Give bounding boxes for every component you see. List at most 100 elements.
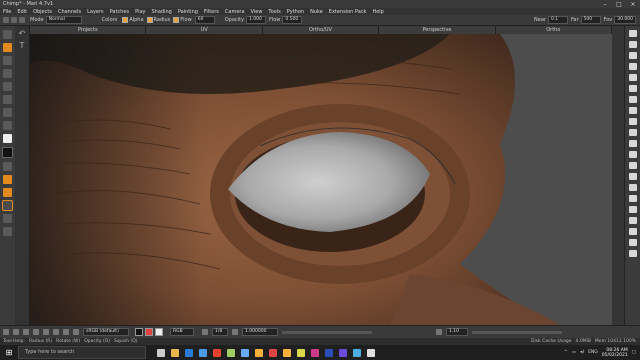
colors-palette-icon[interactable] <box>629 74 637 81</box>
menu-painting[interactable]: Painting <box>178 9 198 15</box>
value-icon[interactable] <box>232 329 238 335</box>
task-view-icon[interactable] <box>157 348 165 357</box>
fill-tool-icon[interactable] <box>3 175 12 184</box>
background-color-swatch[interactable] <box>2 147 13 158</box>
colorspace-dropdown[interactable]: sRGB (default) <box>83 328 129 336</box>
tab-ortho-uv[interactable]: Ortho/UV <box>262 26 380 34</box>
mail-icon[interactable] <box>199 348 207 357</box>
menu-filters[interactable]: Filters <box>204 9 219 15</box>
tab-ortho[interactable]: Ortho <box>495 26 613 34</box>
menu-view[interactable]: View <box>251 9 263 15</box>
select-tool-icon[interactable] <box>3 30 12 39</box>
menu-file[interactable]: File <box>3 9 11 15</box>
app-icon-5[interactable] <box>297 348 305 357</box>
app-icon-6[interactable] <box>311 348 319 357</box>
foreground-color-swatch[interactable] <box>3 134 12 143</box>
tool-properties-icon[interactable] <box>629 195 637 202</box>
menu-shading[interactable]: Shading <box>152 9 172 15</box>
menu-edit[interactable]: Edit <box>17 9 27 15</box>
transform-icon[interactable] <box>3 329 9 335</box>
radius-field[interactable]: 60 <box>194 16 215 24</box>
eraser-tool-icon[interactable] <box>3 82 12 91</box>
exposure-slider[interactable] <box>282 330 372 334</box>
navigate-icon[interactable]: ↶ <box>15 29 29 38</box>
shaders-palette-icon[interactable] <box>629 118 637 125</box>
lasso-tool-icon[interactable] <box>3 121 12 130</box>
opacity-field[interactable]: 1.000 <box>245 16 266 24</box>
clock[interactable]: 08:26 AM 05/02/2021 <box>602 348 628 358</box>
rotate-icon[interactable] <box>13 329 19 335</box>
node-graph-icon[interactable] <box>629 173 637 180</box>
layers-palette-icon[interactable] <box>629 30 637 37</box>
radius-checkbox[interactable] <box>146 17 153 23</box>
color-wheel-icon[interactable] <box>73 329 79 335</box>
menu-layers[interactable]: Layers <box>87 9 104 15</box>
mode-dropdown[interactable]: Normal <box>45 16 82 24</box>
zoom-field[interactable]: 1.10 <box>446 328 468 336</box>
mask-palette-icon[interactable] <box>629 217 637 224</box>
menu-patches[interactable]: Patches <box>110 9 129 15</box>
udim-palette-icon[interactable] <box>629 228 637 235</box>
flow-field[interactable]: 0.500 <box>282 16 303 24</box>
text-tool-icon[interactable]: T <box>15 41 29 50</box>
texture-sets-icon[interactable] <box>629 162 637 169</box>
gear-icon[interactable] <box>19 17 25 23</box>
objects-palette-icon[interactable] <box>629 96 637 103</box>
channels-palette-icon[interactable] <box>629 41 637 48</box>
menu-channels[interactable]: Channels <box>58 9 81 15</box>
brush-icon[interactable] <box>3 17 9 23</box>
taskbar-search-input[interactable]: Type here to search <box>18 346 146 359</box>
app-icon-7[interactable] <box>339 348 347 357</box>
move-down-icon[interactable] <box>23 329 29 335</box>
painting-palette-icon[interactable] <box>629 184 637 191</box>
menu-camera[interactable]: Camera <box>225 9 245 15</box>
white-swatch[interactable] <box>155 328 163 336</box>
mirror-icon[interactable] <box>43 329 49 335</box>
windows-start-icon[interactable]: ⊞ <box>0 348 18 357</box>
sphere-tool-icon[interactable] <box>3 188 12 197</box>
fit-icon[interactable] <box>53 329 59 335</box>
history-palette-icon[interactable] <box>629 85 637 92</box>
camera-palette-icon[interactable] <box>629 206 637 213</box>
blur-tool-icon[interactable] <box>3 95 12 104</box>
ruler-tool-icon[interactable] <box>3 227 12 236</box>
fov-field[interactable]: 30.000 <box>614 16 636 24</box>
tab-perspective[interactable]: Perspective <box>379 26 496 34</box>
value-field[interactable]: 1.000000 <box>242 328 278 336</box>
reset-icon[interactable] <box>63 329 69 335</box>
shelf-palette-icon[interactable] <box>629 52 637 59</box>
paint-tool-icon[interactable] <box>3 43 12 52</box>
preferences-icon[interactable] <box>629 250 637 257</box>
language-indicator[interactable]: ENG <box>588 350 598 355</box>
photoshop-icon[interactable] <box>325 348 333 357</box>
app-icon-1[interactable] <box>227 348 235 357</box>
tab-projects[interactable]: Projects <box>30 26 147 34</box>
swap-colors-icon[interactable] <box>3 162 12 171</box>
edge-icon[interactable] <box>185 348 193 357</box>
notifications-icon[interactable]: ▢ <box>632 350 636 355</box>
app-icon-8[interactable] <box>353 348 361 357</box>
channel-dropdown[interactable]: RGB <box>170 328 194 336</box>
paint-through-icon[interactable] <box>33 329 39 335</box>
menu-python[interactable]: Python <box>287 9 304 15</box>
image-manager-icon[interactable] <box>629 129 637 136</box>
clone-tool-icon[interactable] <box>3 69 12 78</box>
near-field[interactable]: 0.1 <box>547 16 568 24</box>
minimize-icon[interactable]: – <box>598 1 612 8</box>
color-picker-icon[interactable] <box>629 239 637 246</box>
zoom-slider[interactable] <box>472 330 562 334</box>
app-icon-2[interactable] <box>241 348 249 357</box>
3d-viewport[interactable] <box>30 34 612 325</box>
menu-play[interactable]: Play <box>135 9 145 15</box>
network-icon[interactable]: ▭ <box>572 350 576 355</box>
brush-preset-icon[interactable] <box>11 17 17 23</box>
tray-arrow-icon[interactable]: ^ <box>564 350 568 355</box>
zoom-icon[interactable] <box>436 329 442 335</box>
app-icon-3[interactable] <box>255 348 263 357</box>
black-swatch[interactable] <box>135 328 143 336</box>
brushes-palette-icon[interactable] <box>629 63 637 70</box>
menu-tools[interactable]: Tools <box>268 9 280 15</box>
snapshots-palette-icon[interactable] <box>629 140 637 147</box>
file-explorer-icon[interactable] <box>171 348 179 357</box>
menu-nuke[interactable]: Nuke <box>310 9 323 15</box>
